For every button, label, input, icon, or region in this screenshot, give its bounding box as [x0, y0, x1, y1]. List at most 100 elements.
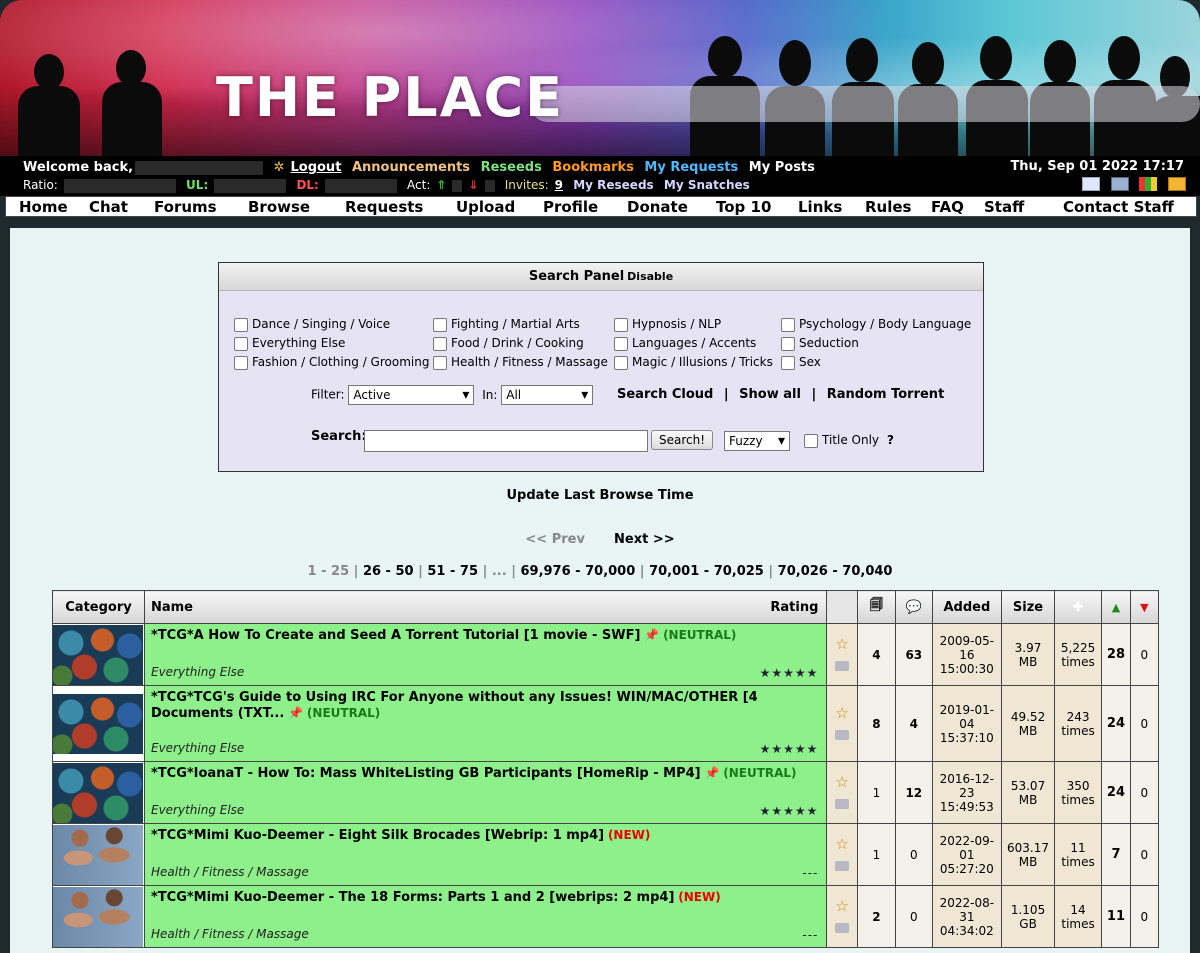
seeders-count[interactable]: 11 — [1101, 885, 1131, 948]
search-input[interactable] — [364, 430, 648, 452]
in-select[interactable]: All — [501, 385, 594, 405]
nav-browse[interactable]: Browse — [248, 198, 310, 216]
nav-staff[interactable]: Staff — [984, 198, 1024, 216]
category-thumbnail[interactable] — [53, 886, 144, 947]
checkbox-icon[interactable] — [804, 433, 818, 448]
search-button-label[interactable]: Search! — [651, 430, 714, 450]
checkbox-icon[interactable] — [614, 317, 628, 332]
header-added[interactable]: Added — [931, 590, 1003, 624]
comments-count[interactable]: 12 — [895, 761, 933, 824]
snatched-cell[interactable]: 5,225 times — [1053, 623, 1103, 686]
my-posts-link[interactable]: My Posts — [749, 160, 815, 175]
files-count[interactable]: 2 — [856, 885, 897, 948]
torrent-category[interactable]: Health / Fitness / Massage — [151, 865, 309, 879]
seeders-icon[interactable]: ▲ — [1101, 590, 1131, 624]
page-link[interactable]: 70,001 - 70,025 — [649, 564, 764, 579]
snatched-cell[interactable]: 14 times — [1053, 885, 1103, 948]
invites-count[interactable]: 9 — [555, 178, 563, 192]
files-count[interactable]: 1 — [856, 761, 897, 824]
show-all-link[interactable]: Show all — [739, 387, 801, 402]
reseeds-link[interactable]: Reseeds — [481, 160, 542, 175]
leechers-count[interactable]: 0 — [1129, 823, 1160, 886]
logout-link[interactable]: Logout — [290, 160, 341, 175]
nav-top10[interactable]: Top 10 — [716, 198, 771, 216]
my-reseeds-link[interactable]: My Reseeds — [573, 178, 653, 192]
leechers-icon[interactable]: ▼ — [1129, 590, 1160, 624]
random-torrent-link[interactable]: Random Torrent — [827, 387, 945, 402]
header-category[interactable]: Category — [52, 590, 145, 624]
next-link[interactable]: Next >> — [614, 532, 675, 547]
download-icon[interactable] — [835, 730, 850, 740]
category-thumb-cell[interactable] — [52, 761, 145, 824]
search-cloud-link[interactable]: Search Cloud — [617, 387, 713, 402]
download-icon[interactable] — [835, 799, 850, 809]
checkbox-icon[interactable] — [781, 317, 795, 332]
folder-icon[interactable] — [1168, 176, 1186, 191]
category-thumb-cell[interactable] — [52, 623, 145, 686]
header-size[interactable]: Size — [1001, 590, 1055, 624]
nav-rules[interactable]: Rules — [865, 198, 911, 216]
category-checkbox[interactable]: Languages / Accents — [614, 336, 756, 351]
disable-link[interactable]: Disable — [627, 270, 673, 283]
bookmark-star-icon[interactable]: ☆ — [828, 897, 855, 915]
update-browse-time-link[interactable]: Update Last Browse Time — [10, 488, 1190, 503]
checkbox-icon[interactable] — [433, 317, 447, 332]
torrent-name-link[interactable]: *TCG*A How To Create and Seed A Torrent … — [151, 628, 640, 643]
checkbox-icon[interactable] — [614, 336, 628, 351]
category-thumbnail[interactable] — [53, 762, 144, 823]
category-checkbox[interactable]: Food / Drink / Cooking — [433, 336, 584, 351]
category-checkbox[interactable]: Health / Fitness / Massage — [433, 355, 608, 370]
checkbox-icon[interactable] — [614, 355, 628, 370]
seeders-count[interactable]: 24 — [1101, 685, 1131, 762]
torrent-name-link[interactable]: *TCG*Mimi Kuo-Deemer - The 18 Forms: Par… — [151, 890, 674, 905]
page-link[interactable]: 51 - 75 — [427, 564, 478, 579]
comments-count[interactable]: 0 — [895, 885, 933, 948]
filter-select[interactable]: Active — [348, 385, 475, 405]
category-checkbox[interactable]: Fighting / Martial Arts — [433, 317, 580, 332]
checkbox-icon[interactable] — [234, 317, 248, 332]
files-count[interactable]: 1 — [856, 823, 897, 886]
download-icon[interactable] — [835, 661, 850, 671]
download-icon[interactable] — [835, 861, 850, 871]
torrent-name-link[interactable]: *TCG*Mimi Kuo-Deemer - Eight Silk Brocad… — [151, 828, 604, 843]
nav-requests[interactable]: Requests — [345, 198, 423, 216]
nav-contact-staff[interactable]: Contact Staff — [1063, 198, 1174, 216]
announcements-link[interactable]: Announcements — [352, 160, 470, 175]
snatched-cell[interactable]: 243 times — [1053, 685, 1103, 762]
page-link[interactable]: 26 - 50 — [363, 564, 414, 579]
site-logo-title[interactable]: THE PLACE — [216, 66, 564, 129]
comments-count[interactable]: 0 — [895, 823, 933, 886]
comments-count[interactable]: 4 — [895, 685, 933, 762]
nav-chat[interactable]: Chat — [89, 198, 128, 216]
category-checkbox[interactable]: Hypnosis / NLP — [614, 317, 721, 332]
search-button[interactable]: Search! — [651, 430, 714, 450]
seeders-count[interactable]: 28 — [1101, 623, 1131, 686]
category-checkbox[interactable]: Sex — [781, 355, 821, 370]
checkbox-icon[interactable] — [234, 355, 248, 370]
nav-forums[interactable]: Forums — [154, 198, 217, 216]
seeders-count[interactable]: 7 — [1101, 823, 1131, 886]
torrent-category[interactable]: Everything Else — [151, 803, 244, 817]
torrent-category[interactable]: Everything Else — [151, 665, 244, 679]
nav-faq[interactable]: FAQ — [931, 198, 964, 216]
category-checkbox[interactable]: Dance / Singing / Voice — [234, 317, 390, 332]
mode-select[interactable]: Fuzzy — [724, 431, 790, 451]
title-only-checkbox[interactable]: Title Only? — [804, 433, 894, 448]
leechers-count[interactable]: 0 — [1129, 885, 1160, 948]
category-checkbox[interactable]: Everything Else — [234, 336, 345, 351]
help-icon[interactable]: ? — [887, 433, 894, 447]
comments-count[interactable]: 63 — [895, 623, 933, 686]
leechers-count[interactable]: 0 — [1129, 761, 1160, 824]
category-thumb-cell[interactable] — [52, 685, 145, 762]
bookmark-star-icon[interactable]: ☆ — [828, 704, 855, 722]
nav-profile[interactable]: Profile — [543, 198, 598, 216]
checkbox-icon[interactable] — [781, 336, 795, 351]
leechers-count[interactable]: 0 — [1129, 685, 1160, 762]
category-thumbnail[interactable] — [53, 824, 144, 885]
seeders-count[interactable]: 24 — [1101, 761, 1131, 824]
my-requests-link[interactable]: My Requests — [644, 160, 738, 175]
nav-donate[interactable]: Donate — [627, 198, 688, 216]
snatched-cell[interactable]: 350 times — [1053, 761, 1103, 824]
mail-icon[interactable] — [1082, 176, 1101, 191]
messages-icon[interactable] — [1110, 176, 1129, 191]
